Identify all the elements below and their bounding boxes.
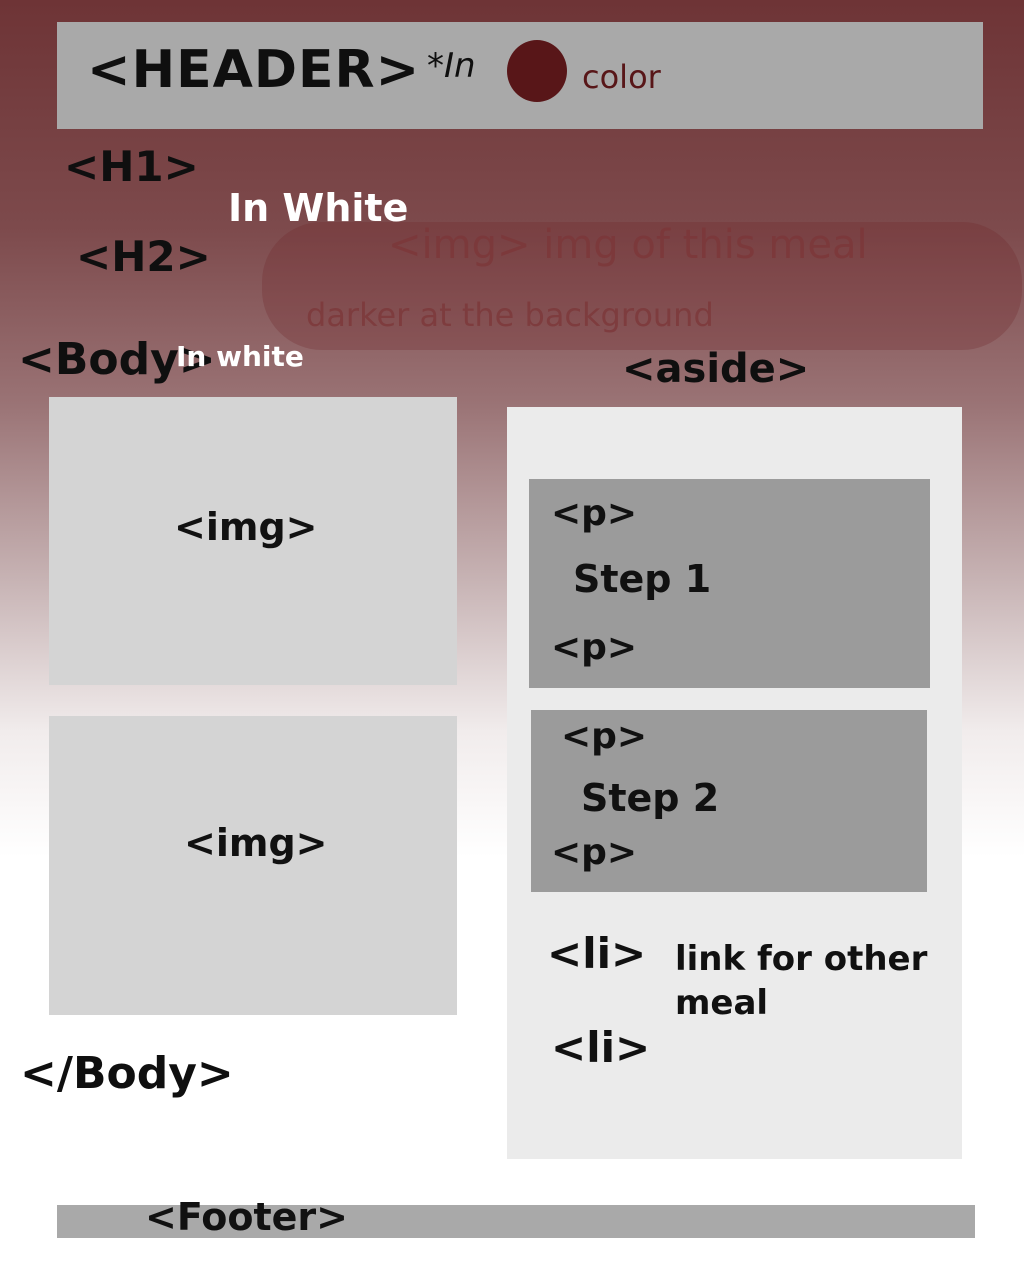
p-open-tag: <p> <box>551 493 638 534</box>
footer-label: <Footer> <box>145 1195 348 1239</box>
footer-bar: <Footer> <box>57 1195 975 1239</box>
image-label-2: <img> <box>184 821 328 865</box>
aside-panel: <p> Step 1 <p> <p> Step 2 <p> <li> link … <box>507 407 962 1159</box>
p-open-tag: <p> <box>561 716 648 757</box>
step-box-1: <p> Step 1 <p> <box>529 479 930 688</box>
header-color-note: *In <box>427 46 476 86</box>
aside-label: <aside> <box>622 346 810 392</box>
step-box-2: <p> Step 2 <p> <box>531 710 927 892</box>
step-text-2: Step 2 <box>581 776 720 820</box>
image-placeholder-2: <img> <box>49 716 457 1015</box>
hero-note-line2: darker at the background <box>306 296 714 334</box>
other-meal-link-note[interactable]: link for other meal <box>675 937 955 1025</box>
p-close-tag: <p> <box>551 627 638 668</box>
hero-note-line1: <img> img of this meal <box>388 222 868 268</box>
h1-label: <H1> <box>64 142 199 191</box>
header-label: <HEADER> <box>87 40 421 100</box>
list-item-tag-2: <li> <box>551 1023 651 1072</box>
h2-label: <H2> <box>76 232 211 281</box>
body-color-note: In white <box>176 340 304 373</box>
p-close-tag: <p> <box>551 832 638 873</box>
step-text-1: Step 1 <box>573 557 712 601</box>
body-close-label: </Body> <box>20 1048 234 1099</box>
image-placeholder-1: <img> <box>49 397 457 685</box>
image-label-1: <img> <box>174 505 318 549</box>
color-swatch <box>507 40 567 102</box>
header-bar: <HEADER> *In color <box>57 22 983 129</box>
color-word: color <box>582 58 661 96</box>
list-item-tag-1: <li> <box>547 929 647 978</box>
